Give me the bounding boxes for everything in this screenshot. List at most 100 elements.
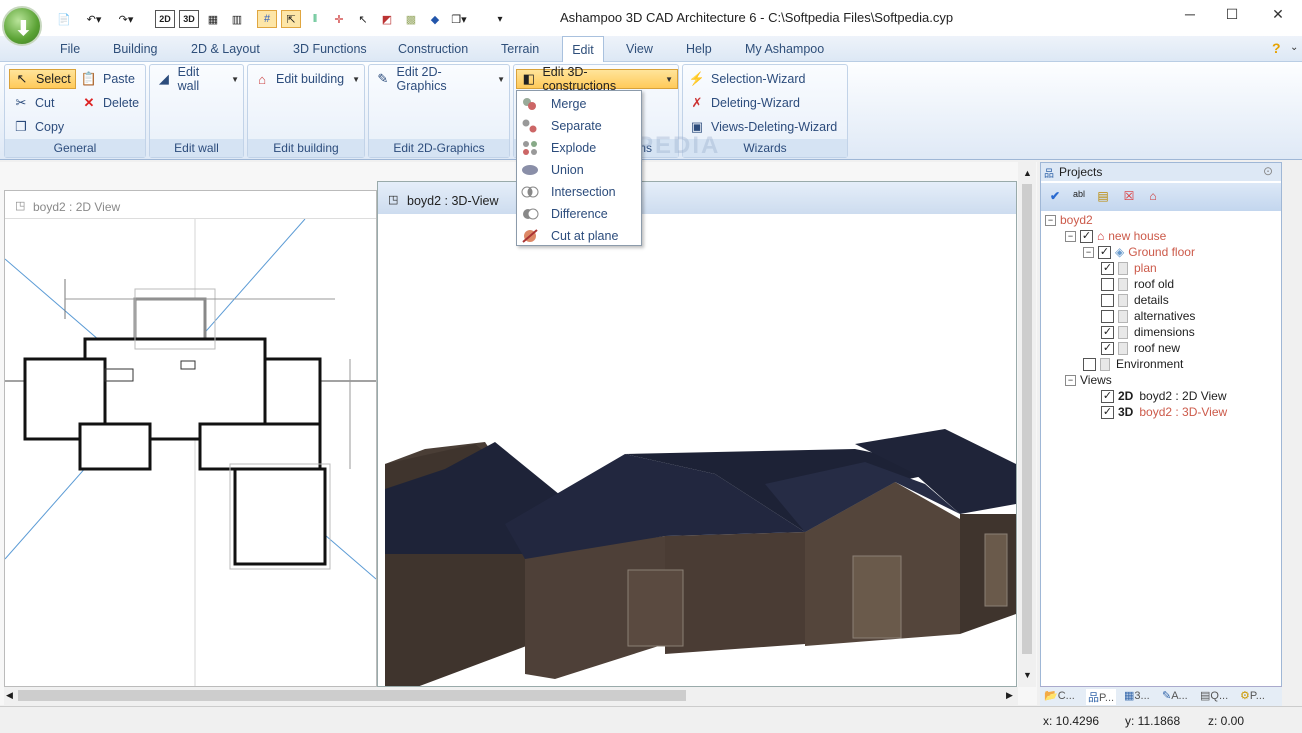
maximize-button[interactable]: ☐	[1217, 6, 1247, 28]
checkbox[interactable]	[1101, 294, 1114, 308]
horizontal-scrollbar[interactable]: ◀ ▶	[4, 687, 1018, 705]
tree-node-layer[interactable]: ✓ plan	[1045, 261, 1227, 277]
edit-2d-graphics-button[interactable]: ✎ Edit 2D-Graphics ▼	[371, 65, 509, 93]
pointer-icon[interactable]: ↖	[353, 10, 373, 28]
tree-node-house[interactable]: − ✓ ⌂ new house	[1045, 229, 1227, 245]
checkbox[interactable]	[1101, 310, 1114, 324]
cut-button[interactable]: ✂ Cut	[9, 93, 58, 113]
menu-item-cut-at-plane[interactable]: Cut at plane	[517, 225, 641, 247]
scroll-right-icon[interactable]: ▶	[1006, 690, 1013, 701]
checkbox[interactable]: ✓	[1101, 262, 1114, 276]
menu-item-separate[interactable]: Separate	[517, 115, 641, 137]
vertical-scrollbar[interactable]: ▲ ▼	[1018, 162, 1036, 687]
delete-icon[interactable]: ☒	[1119, 187, 1139, 207]
tree-node-environment[interactable]: Environment	[1045, 357, 1227, 373]
selection-wizard-button[interactable]: ⚡ Selection-Wizard	[685, 69, 809, 89]
check-icon[interactable]: ✔	[1045, 187, 1065, 207]
menu-file[interactable]: File	[60, 42, 80, 56]
menu-my-ashampoo[interactable]: My Ashampoo	[745, 42, 824, 56]
menu-item-intersection[interactable]: Intersection	[517, 181, 641, 203]
application-menu-button[interactable]: ⬇	[2, 6, 42, 46]
menu-view[interactable]: View	[626, 42, 653, 56]
edit-wall-button[interactable]: ◢ Edit wall ▼	[152, 65, 243, 93]
edit-building-button[interactable]: ⌂ Edit building ▼	[250, 69, 364, 89]
checkbox[interactable]: ✓	[1101, 406, 1114, 420]
select-button[interactable]: ↖ Select	[9, 69, 76, 89]
checkbox[interactable]	[1083, 358, 1096, 372]
view-3d-titlebar[interactable]: ◳ boyd2 : 3D-View	[378, 182, 1016, 214]
menu-construction[interactable]: Construction	[398, 42, 468, 56]
redo-icon[interactable]: ↷▾	[116, 10, 136, 28]
deleting-wizard-button[interactable]: ✗ Deleting-Wizard	[685, 93, 804, 113]
pin-icon[interactable]: ⊙	[1263, 164, 1273, 178]
copy-button[interactable]: ❐ Copy	[9, 117, 68, 137]
scroll-thumb[interactable]	[18, 690, 686, 701]
tree-node-layer[interactable]: details	[1045, 293, 1227, 309]
tree-node-root[interactable]: − boyd2	[1045, 213, 1227, 229]
scroll-up-icon[interactable]: ▲	[1023, 168, 1032, 178]
scroll-left-icon[interactable]: ◀	[6, 690, 13, 701]
tree-node-layer[interactable]: roof old	[1045, 277, 1227, 293]
tab-3d[interactable]: ▦3...	[1124, 689, 1150, 702]
tab-projects[interactable]: 品P...	[1086, 689, 1117, 705]
view-2d-button[interactable]: 2D	[155, 10, 175, 28]
checkbox[interactable]: ✓	[1101, 342, 1114, 356]
eraser-icon[interactable]: ◆	[425, 10, 445, 28]
edit-3d-constructions-button[interactable]: ◧ Edit 3D-constructions ▼	[516, 65, 678, 93]
collapse-icon[interactable]: −	[1065, 375, 1076, 387]
view-2d-window[interactable]: ◳ boyd2 : 2D View	[4, 190, 377, 687]
menu-item-merge[interactable]: Merge	[517, 93, 641, 115]
3d-house-render[interactable]	[385, 214, 1016, 686]
menu-item-explode[interactable]: Explode	[517, 137, 641, 159]
tree-node-view-2d[interactable]: ✓ 2D boyd2 : 2D View	[1045, 389, 1227, 405]
scroll-thumb[interactable]	[1022, 184, 1032, 654]
tree-node-floor[interactable]: − ✓ ◈ Ground floor	[1045, 245, 1227, 261]
tab-quantities[interactable]: ▤Q...	[1200, 689, 1228, 702]
minimize-button[interactable]: ─	[1175, 6, 1205, 28]
tree-node-views[interactable]: − Views	[1045, 373, 1227, 389]
new-file-icon[interactable]: 📄	[54, 10, 74, 28]
menu-2d-layout[interactable]: 2D & Layout	[191, 42, 260, 56]
collapse-icon[interactable]: −	[1083, 247, 1094, 259]
checkbox[interactable]: ✓	[1098, 246, 1111, 260]
scroll-down-icon[interactable]: ▼	[1023, 670, 1032, 680]
copy-window-icon[interactable]: ❐▾	[449, 10, 469, 28]
grid-icon[interactable]: #	[257, 10, 277, 28]
tree-node-view-3d[interactable]: ✓ 3D boyd2 : 3D-View	[1045, 405, 1227, 421]
measure-icon[interactable]: ◩	[377, 10, 397, 28]
tree-node-layer[interactable]: ✓ roof new	[1045, 341, 1227, 357]
checkbox[interactable]: ✓	[1080, 230, 1093, 244]
customize-toolbar-icon[interactable]: ▾	[490, 10, 510, 28]
texture-icon[interactable]: ▩	[401, 10, 421, 28]
view-3d-button[interactable]: 3D	[179, 10, 199, 28]
columns-icon[interactable]: ‖	[305, 10, 325, 28]
collapse-icon[interactable]: −	[1065, 231, 1076, 243]
crosshair-icon[interactable]: ✛	[329, 10, 349, 28]
view-3d-window[interactable]: ◳ boyd2 : 3D-View	[377, 181, 1017, 687]
help-icon[interactable]: ?	[1272, 40, 1281, 56]
snap-cursor-icon[interactable]: ⇱	[281, 10, 301, 28]
tree-node-layer[interactable]: alternatives	[1045, 309, 1227, 325]
menu-edit[interactable]: Edit	[562, 36, 604, 62]
menu-item-difference[interactable]: Difference	[517, 203, 641, 225]
properties-icon[interactable]: ▤	[1093, 187, 1113, 207]
delete-button[interactable]: ✕ Delete	[77, 93, 143, 113]
tab-attributes[interactable]: ✎A...	[1162, 689, 1188, 702]
menu-building[interactable]: Building	[113, 42, 157, 56]
split-view-icon[interactable]: ▦	[203, 10, 223, 28]
tab-catalog[interactable]: 📂C...	[1044, 689, 1075, 702]
checkbox[interactable]	[1101, 278, 1114, 292]
paste-button[interactable]: 📋 Paste	[77, 69, 139, 89]
checkbox[interactable]: ✓	[1101, 326, 1114, 340]
ribbon-collapse-icon[interactable]: ⌄	[1290, 42, 1298, 53]
split-horizontal-icon[interactable]: ▥	[227, 10, 247, 28]
menu-terrain[interactable]: Terrain	[501, 42, 539, 56]
tree-node-layer[interactable]: ✓ dimensions	[1045, 325, 1227, 341]
house-settings-icon[interactable]: ⌂	[1143, 187, 1163, 207]
menu-item-union[interactable]: Union	[517, 159, 641, 181]
checkbox[interactable]: ✓	[1101, 390, 1114, 404]
tab-properties[interactable]: ⚙P...	[1240, 689, 1265, 702]
menu-help[interactable]: Help	[686, 42, 712, 56]
collapse-icon[interactable]: −	[1045, 215, 1056, 227]
undo-icon[interactable]: ↶▾	[84, 10, 104, 28]
